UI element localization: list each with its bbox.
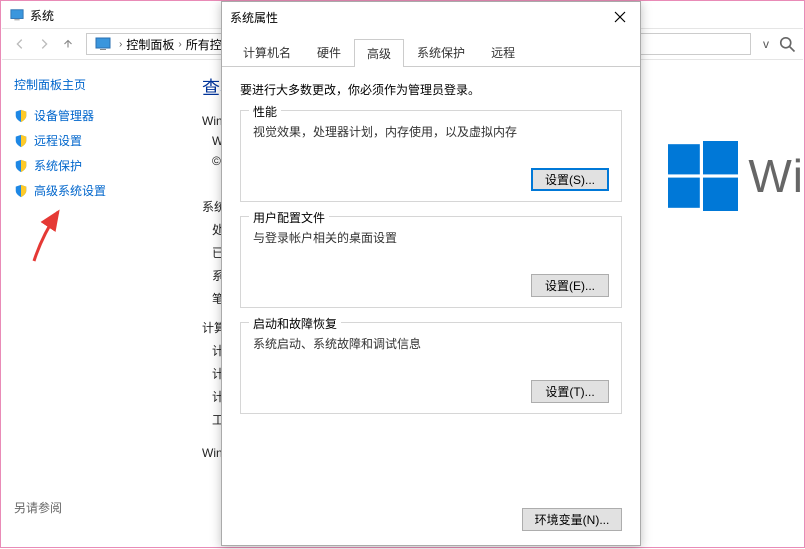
search-icon[interactable]: [777, 34, 797, 54]
nav-back-icon[interactable]: [8, 32, 32, 56]
user-profiles-group: 用户配置文件 与登录帐户相关的桌面设置 设置(E)...: [240, 216, 622, 308]
close-button[interactable]: [608, 5, 632, 29]
group-desc: 视觉效果，处理器计划，内存使用，以及虚拟内存: [253, 123, 609, 140]
sidebar-link-device-manager[interactable]: 设备管理器: [14, 107, 190, 124]
shield-icon: [14, 184, 28, 198]
user-profiles-settings-button[interactable]: 设置(E)...: [531, 274, 609, 297]
sidebar-link-advanced-system-settings[interactable]: 高级系统设置: [14, 182, 190, 199]
performance-settings-button[interactable]: 设置(S)...: [531, 168, 609, 191]
sidebar-link-remote-settings[interactable]: 远程设置: [14, 132, 190, 149]
sidebar-link-label: 高级系统设置: [34, 182, 106, 199]
cp-title: 系统: [30, 7, 54, 24]
performance-group: 性能 视觉效果，处理器计划，内存使用，以及虚拟内存 设置(S)...: [240, 110, 622, 202]
startup-recovery-group: 启动和故障恢复 系统启动、系统故障和调试信息 设置(T)...: [240, 322, 622, 414]
nav-up-icon[interactable]: [56, 32, 80, 56]
group-legend: 用户配置文件: [249, 209, 329, 226]
startup-recovery-settings-button[interactable]: 设置(T)...: [531, 380, 609, 403]
tab-system-protection[interactable]: 系统保护: [404, 38, 478, 66]
sidebar-link-label: 远程设置: [34, 132, 82, 149]
nav-forward-icon[interactable]: [32, 32, 56, 56]
sidebar-link-system-protection[interactable]: 系统保护: [14, 157, 190, 174]
tab-advanced[interactable]: 高级: [354, 39, 404, 67]
cp-home-link[interactable]: 控制面板主页: [14, 76, 190, 93]
group-desc: 系统启动、系统故障和调试信息: [253, 335, 609, 352]
group-legend: 启动和故障恢复: [249, 315, 341, 332]
group-legend: 性能: [249, 103, 281, 120]
tab-hardware[interactable]: 硬件: [304, 38, 354, 66]
admin-note: 要进行大多数更改，你必须作为管理员登录。: [240, 81, 622, 98]
windows-logo-text: Wi: [748, 149, 804, 203]
sidebar-link-label: 系统保护: [34, 157, 82, 174]
breadcrumb-dropdown-icon[interactable]: v: [763, 37, 769, 51]
windows-logo-icon: [668, 141, 738, 211]
dialog-tabs: 计算机名 硬件 高级 系统保护 远程: [222, 38, 640, 67]
group-desc: 与登录帐户相关的桌面设置: [253, 229, 609, 246]
dialog-titlebar: 系统属性: [222, 2, 640, 32]
environment-variables-button[interactable]: 环境变量(N)...: [522, 508, 622, 531]
chevron-right-icon: ›: [119, 39, 122, 50]
shield-icon: [14, 134, 28, 148]
see-also-label: 另请参阅: [14, 499, 190, 516]
chevron-right-icon: ›: [178, 39, 181, 50]
close-icon: [614, 11, 626, 23]
system-icon: [95, 36, 111, 52]
system-properties-dialog: 系统属性 计算机名 硬件 高级 系统保护 远程 要进行大多数更改，你必须作为管理…: [221, 1, 641, 546]
dialog-footer: 环境变量(N)...: [222, 500, 640, 545]
cp-sidebar: 控制面板主页 设备管理器 远程设置 系统保护 高级系统设置 另请参阅: [2, 60, 202, 532]
tab-computer-name[interactable]: 计算机名: [230, 38, 304, 66]
shield-icon: [14, 109, 28, 123]
shield-icon: [14, 159, 28, 173]
breadcrumb-item[interactable]: 所有控: [186, 36, 222, 53]
windows-logo: Wi: [668, 141, 804, 211]
breadcrumb-item[interactable]: 控制面板: [126, 36, 174, 53]
sidebar-link-label: 设备管理器: [34, 107, 94, 124]
dialog-title: 系统属性: [230, 9, 278, 26]
tab-remote[interactable]: 远程: [478, 38, 528, 66]
system-icon: [10, 8, 24, 22]
dialog-content: 要进行大多数更改，你必须作为管理员登录。 性能 视觉效果，处理器计划，内存使用，…: [222, 67, 640, 500]
